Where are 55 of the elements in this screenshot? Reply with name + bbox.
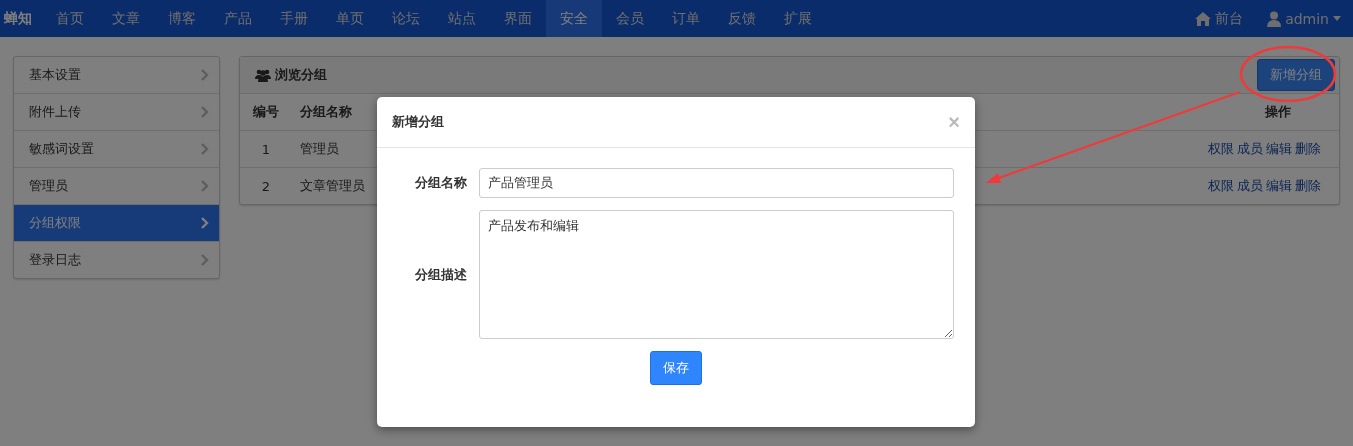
action-link[interactable]: 成员: [1237, 141, 1263, 156]
action-link[interactable]: 成员: [1237, 178, 1263, 193]
home-icon: [1195, 11, 1212, 26]
column-header: 分组名称: [300, 104, 352, 119]
nav-tab[interactable]: 手册: [266, 0, 322, 37]
chevron-icon: [201, 180, 209, 192]
nav-tab[interactable]: 站点: [434, 0, 490, 37]
nav-tab[interactable]: 扩展: [770, 0, 826, 37]
chevron-icon: [201, 69, 209, 81]
action-link[interactable]: 删除: [1295, 141, 1321, 156]
action-link[interactable]: 权限: [1208, 178, 1234, 193]
save-button[interactable]: 保存: [649, 351, 702, 385]
nav-tab[interactable]: 订单: [658, 0, 714, 37]
user-menu[interactable]: admin: [1255, 0, 1353, 37]
table-cell: 管理员: [300, 141, 339, 156]
frontend-link[interactable]: 前台: [1183, 0, 1256, 37]
chevron-icon: [201, 217, 209, 229]
nav-tab[interactable]: 安全: [546, 0, 602, 37]
action-link[interactable]: 编辑: [1266, 141, 1292, 156]
nav-tab[interactable]: 首页: [42, 0, 98, 37]
chevron-icon: [201, 254, 209, 266]
add-group-button[interactable]: 新增分组: [1257, 59, 1335, 91]
table-cell: 2: [240, 167, 292, 204]
chevron-icon: [201, 143, 209, 155]
nav-tab[interactable]: 会员: [602, 0, 658, 37]
nav-tab[interactable]: 产品: [210, 0, 266, 37]
chevron-icon: [201, 106, 209, 118]
close-button[interactable]: ×: [948, 112, 960, 132]
field-label: 分组描述: [414, 265, 467, 284]
action-link[interactable]: 删除: [1295, 178, 1321, 193]
action-link[interactable]: 权限: [1208, 141, 1234, 156]
nav-tab[interactable]: 文章: [98, 0, 154, 37]
sidebar-item[interactable]: 分组权限: [14, 205, 219, 242]
action-link[interactable]: 编辑: [1266, 178, 1292, 193]
group-icon: [255, 68, 271, 82]
brand-logo[interactable]: 蝉知: [0, 0, 42, 37]
sidebar-item[interactable]: 基本设置: [14, 57, 219, 94]
panel-title: 浏览分组: [275, 66, 327, 84]
sidebar-item[interactable]: 登录日志: [14, 242, 219, 278]
sidebar-item[interactable]: 敏感词设置: [14, 131, 219, 168]
user-icon: [1267, 10, 1282, 27]
column-header: 编号: [240, 94, 292, 131]
table-cell: 1: [240, 130, 292, 168]
nav-tab[interactable]: 论坛: [378, 0, 434, 37]
nav-tab[interactable]: 单页: [322, 0, 378, 37]
text-area[interactable]: 产品发布和编辑: [479, 210, 954, 339]
nav-tab[interactable]: 反馈: [714, 0, 770, 37]
input-field[interactable]: 产品管理员: [479, 168, 954, 198]
nav-tab[interactable]: 博客: [154, 0, 210, 37]
field-label: 分组名称: [414, 174, 467, 192]
sidebar-item[interactable]: 附件上传: [14, 94, 219, 131]
nav-tab[interactable]: 界面: [490, 0, 546, 37]
table-cell: 文章管理员: [300, 178, 365, 193]
dialog-title: 新增分组: [392, 113, 444, 131]
caret-icon: [1333, 16, 1341, 21]
